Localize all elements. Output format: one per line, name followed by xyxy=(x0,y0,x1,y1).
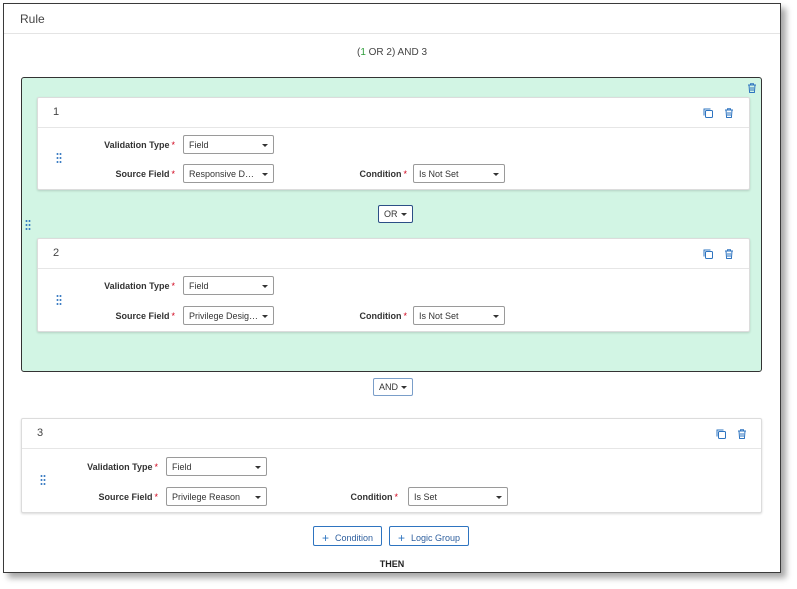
condition-select[interactable]: Is Not Set xyxy=(413,306,505,325)
rule-title: Rule xyxy=(20,12,45,26)
source-field-label: Source Field * xyxy=(115,169,175,179)
condition-label: Condition * xyxy=(359,311,407,321)
trash-icon[interactable] xyxy=(735,427,749,441)
validation-type-select[interactable]: Field xyxy=(183,276,274,295)
validation-type-select[interactable]: Field xyxy=(166,457,267,476)
source-field-label: Source Field * xyxy=(98,492,158,502)
expression-rest: OR 2) AND 3 xyxy=(365,47,428,58)
plus-icon: + xyxy=(398,531,406,545)
condition-number: 2 xyxy=(53,247,60,259)
copy-icon[interactable] xyxy=(714,427,728,441)
copy-icon[interactable] xyxy=(701,247,715,261)
plus-icon: + xyxy=(322,531,330,545)
caret-down-icon xyxy=(262,173,268,176)
caret-down-icon xyxy=(496,496,502,499)
rule-expression: (1 OR 2) AND 3 xyxy=(4,47,780,58)
caret-down-icon xyxy=(262,285,268,288)
caret-down-icon xyxy=(493,315,499,318)
condition-select[interactable]: Is Not Set xyxy=(413,164,505,183)
rule-header: Rule xyxy=(4,4,780,34)
card-header: 3 xyxy=(22,419,761,449)
condition-label: Condition * xyxy=(359,169,407,179)
trash-icon[interactable] xyxy=(722,247,736,261)
source-field-select[interactable]: Responsive Desi... xyxy=(183,164,274,183)
inner-logic-operator-select[interactable]: OR xyxy=(378,205,413,223)
source-field-select[interactable]: Privilege Designa... xyxy=(183,306,274,325)
validation-type-select[interactable]: Field xyxy=(183,135,274,154)
drag-handle-icon[interactable] xyxy=(40,474,46,486)
drag-handle-icon[interactable] xyxy=(56,294,62,306)
condition-select[interactable]: Is Set xyxy=(408,487,508,506)
source-field-label: Source Field * xyxy=(115,311,175,321)
outer-logic-operator-select[interactable]: AND xyxy=(373,378,414,396)
drag-handle-icon[interactable] xyxy=(56,152,62,164)
validation-type-label: Validation Type * xyxy=(87,462,158,472)
logic-group: 1 Validation Type * Field Source Field * R… xyxy=(21,77,762,372)
copy-icon[interactable] xyxy=(701,106,715,120)
card-header: 2 xyxy=(38,239,749,269)
condition-card-3: 3 Validation Type * Field Source Field * P… xyxy=(21,418,762,513)
caret-down-icon xyxy=(401,386,408,389)
then-label: THEN xyxy=(379,559,405,569)
caret-down-icon xyxy=(262,144,268,147)
card-header: 1 xyxy=(38,98,749,128)
validation-type-label: Validation Type * xyxy=(104,281,175,291)
validation-type-label: Validation Type * xyxy=(104,140,175,150)
condition-label: Condition * xyxy=(350,492,398,502)
add-logic-group-button[interactable]: + Logic Group xyxy=(389,526,470,546)
group-delete-icon[interactable] xyxy=(745,81,759,95)
trash-icon[interactable] xyxy=(722,106,736,120)
caret-down-icon xyxy=(400,213,407,216)
condition-card-1: 1 Validation Type * Field Source Field * R… xyxy=(37,97,750,190)
rule-panel: Rule (1 OR 2) AND 3 1 Validation Type * … xyxy=(3,3,781,573)
caret-down-icon xyxy=(255,496,261,499)
caret-down-icon xyxy=(493,173,499,176)
group-drag-handle-icon[interactable] xyxy=(25,219,31,231)
add-condition-button[interactable]: + Condition xyxy=(313,526,383,546)
condition-card-2: 2 Validation Type * Field Source Field * P… xyxy=(37,238,750,332)
condition-number: 1 xyxy=(53,106,60,118)
source-field-select[interactable]: Privilege Reason xyxy=(166,487,267,506)
caret-down-icon xyxy=(262,315,268,318)
caret-down-icon xyxy=(255,466,261,469)
condition-number: 3 xyxy=(37,427,44,439)
